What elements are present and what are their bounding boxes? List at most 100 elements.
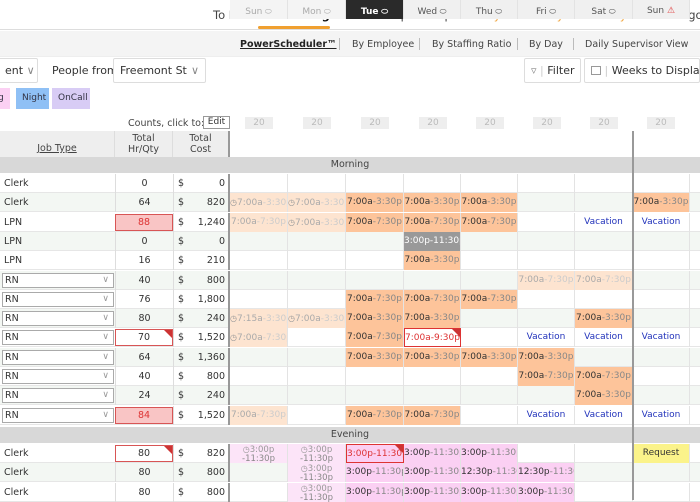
- empty-shift-cell[interactable]: [461, 405, 518, 425]
- shift-cell[interactable]: ◷7:00a-3:30p: [288, 193, 346, 213]
- shift-cell[interactable]: 7:00a-7:30p: [346, 405, 404, 425]
- job-type-select[interactable]: RN: [2, 330, 114, 346]
- empty-shift-cell[interactable]: [230, 270, 288, 290]
- shift-cell[interactable]: 7:00a-3:30p: [575, 309, 633, 329]
- empty-shift-cell[interactable]: [288, 328, 346, 348]
- day-header[interactable]: Fri ⬭Jun 06: [518, 0, 575, 19]
- shift-cell[interactable]: ◷7:00a-3:30p: [288, 212, 346, 232]
- empty-shift-cell[interactable]: [230, 367, 288, 386]
- empty-shift-cell[interactable]: [288, 251, 346, 271]
- empty-shift-cell[interactable]: [230, 482, 288, 502]
- empty-shift-cell[interactable]: [633, 386, 690, 406]
- empty-shift-cell[interactable]: [230, 347, 288, 367]
- shift-cell[interactable]: 7:00a-3:30p: [461, 347, 518, 367]
- shift-cell[interactable]: 3:00p-11:30p: [518, 482, 575, 502]
- shift-cell[interactable]: 3:00p-11:30p: [461, 482, 518, 502]
- empty-shift-cell[interactable]: [518, 444, 575, 463]
- day-header[interactable]: Wed ⬭Jun 04: [404, 0, 461, 19]
- shift-cell[interactable]: 7:00a-7:30p: [404, 212, 461, 232]
- shift-cell[interactable]: 12:30p-11:30p: [518, 463, 575, 483]
- job-type-select[interactable]: RN: [2, 388, 114, 404]
- empty-shift-cell[interactable]: [518, 193, 575, 213]
- vacation-cell[interactable]: Vacation: [518, 405, 575, 425]
- empty-shift-cell[interactable]: [346, 386, 404, 406]
- shift-cell[interactable]: 7:00a-3:30p: [404, 309, 461, 329]
- shift-cell[interactable]: 7:00a-7:30p: [230, 212, 288, 232]
- subnav-by-staffing-ratio[interactable]: By Staffing Ratio: [432, 39, 511, 50]
- day-count[interactable]: 20: [361, 117, 389, 129]
- empty-shift-cell[interactable]: [230, 463, 288, 483]
- empty-shift-cell[interactable]: [346, 231, 404, 251]
- shift-cell[interactable]: 12:30p-11:30p: [461, 463, 518, 483]
- empty-shift-cell[interactable]: [633, 231, 690, 251]
- empty-shift-cell[interactable]: [230, 231, 288, 251]
- vacation-cell[interactable]: Vacation: [633, 212, 690, 232]
- empty-shift-cell[interactable]: [461, 251, 518, 271]
- shift-cell[interactable]: 7:00a-7:30p: [575, 367, 633, 386]
- empty-shift-cell[interactable]: [288, 367, 346, 386]
- day-header[interactable]: Sun ⬭Jun 01: [230, 0, 288, 19]
- shift-cell[interactable]: ◷7:00a-3:30p: [230, 193, 288, 213]
- day-header[interactable]: Sat ⬭Jun 07: [575, 0, 633, 19]
- day-count[interactable]: 20: [419, 117, 447, 129]
- empty-shift-cell[interactable]: [404, 174, 461, 193]
- department-select[interactable]: ent ∨: [0, 58, 38, 83]
- shift-cell[interactable]: 7:00a-7:30p: [346, 212, 404, 232]
- empty-shift-cell[interactable]: [288, 270, 346, 290]
- empty-shift-cell[interactable]: [633, 463, 690, 483]
- empty-shift-cell[interactable]: [288, 405, 346, 425]
- vacation-cell[interactable]: Vacation: [633, 405, 690, 425]
- job-type-select[interactable]: RN: [2, 369, 114, 384]
- day-count[interactable]: 20: [476, 117, 504, 129]
- shift-cell[interactable]: 7:00a-7:30p: [575, 270, 633, 290]
- shift-cell[interactable]: 7:00a-3:30p: [404, 251, 461, 271]
- empty-shift-cell[interactable]: [346, 367, 404, 386]
- legend-chip-g[interactable]: g: [0, 88, 10, 109]
- shift-cell[interactable]: ◷7:00a-7:30p: [230, 328, 288, 348]
- empty-shift-cell[interactable]: [461, 174, 518, 193]
- empty-shift-cell[interactable]: [575, 347, 633, 367]
- empty-shift-cell[interactable]: [633, 251, 690, 271]
- subnav-by-day[interactable]: By Day: [529, 39, 563, 50]
- empty-shift-cell[interactable]: [633, 309, 690, 329]
- shift-cell[interactable]: ◷7:15a-3:30p: [230, 309, 288, 329]
- empty-shift-cell[interactable]: [575, 251, 633, 271]
- day-count[interactable]: 20: [303, 117, 331, 129]
- empty-shift-cell[interactable]: [230, 251, 288, 271]
- empty-shift-cell[interactable]: [288, 347, 346, 367]
- empty-shift-cell[interactable]: [230, 289, 288, 309]
- empty-shift-cell[interactable]: [288, 174, 346, 193]
- empty-shift-cell[interactable]: [288, 231, 346, 251]
- unassigned-shift-cell[interactable]: 3:00p-11:30p: [404, 231, 461, 251]
- shift-cell[interactable]: 7:00a-3:30p: [346, 347, 404, 367]
- empty-shift-cell[interactable]: [575, 289, 633, 309]
- empty-shift-cell[interactable]: [461, 270, 518, 290]
- shift-cell[interactable]: 3:00p-11:30p: [346, 482, 404, 502]
- day-header[interactable]: Mon ⬭Jun 02: [288, 0, 346, 19]
- weeks-to-display-button[interactable]: | Weeks to Display: [584, 58, 700, 83]
- empty-shift-cell[interactable]: [230, 174, 288, 193]
- people-from-select[interactable]: Freemont St ∨: [113, 58, 206, 83]
- shift-cell[interactable]: ◷3:00p -11:30p: [288, 444, 346, 463]
- shift-cell[interactable]: 3:00p-11:30p: [404, 463, 461, 483]
- job-type-header[interactable]: Job Type: [0, 131, 115, 157]
- empty-shift-cell[interactable]: [518, 386, 575, 406]
- day-header[interactable]: Tue ⬭Jun 03: [346, 0, 404, 19]
- empty-shift-cell[interactable]: [461, 309, 518, 329]
- vacation-cell[interactable]: Vacation: [575, 328, 633, 348]
- legend-chip-oncall[interactable]: OnCall: [52, 88, 90, 109]
- legend-chip-night[interactable]: Night: [16, 88, 49, 109]
- day-header[interactable]: Thu ⬭Jun 05: [461, 0, 518, 19]
- day-count[interactable]: 20: [590, 117, 618, 129]
- shift-cell[interactable]: ◷3:00p -11:30p: [288, 482, 346, 502]
- day-count[interactable]: 20: [647, 117, 675, 129]
- empty-shift-cell[interactable]: [404, 386, 461, 406]
- shift-cell[interactable]: 7:00a-3:30p: [518, 347, 575, 367]
- job-type-select[interactable]: RN: [2, 407, 114, 423]
- empty-shift-cell[interactable]: [288, 386, 346, 406]
- shift-cell[interactable]: 7:00a-7:30p: [346, 289, 404, 309]
- empty-shift-cell[interactable]: [518, 309, 575, 329]
- empty-shift-cell[interactable]: [404, 367, 461, 386]
- empty-shift-cell[interactable]: [461, 231, 518, 251]
- empty-shift-cell[interactable]: [346, 251, 404, 271]
